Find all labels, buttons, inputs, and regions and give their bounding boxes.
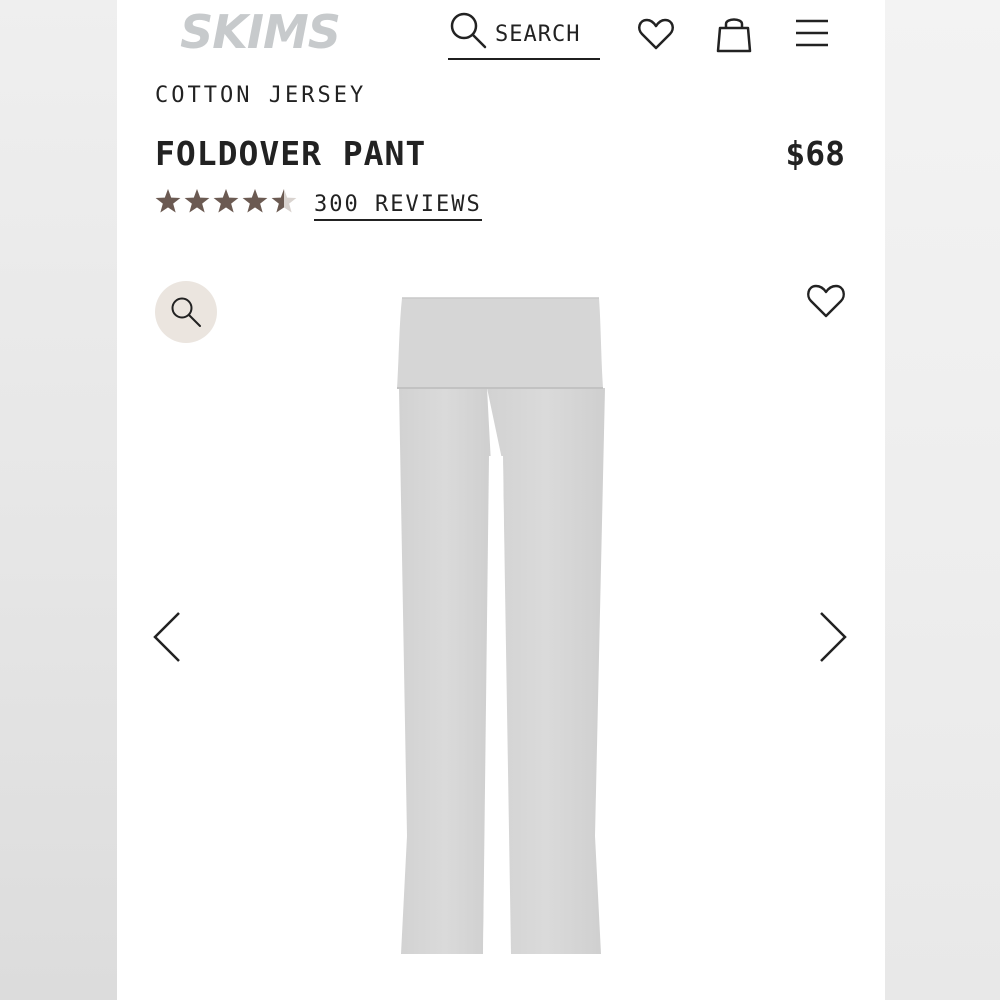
- heart-icon[interactable]: [637, 16, 675, 52]
- hamburger-menu-icon[interactable]: [794, 18, 830, 48]
- chevron-right-icon[interactable]: [817, 610, 849, 664]
- product-category: COTTON JERSEY: [155, 83, 367, 108]
- logo-text: SKIMS: [180, 6, 340, 56]
- product-image: [397, 297, 605, 954]
- product-price: $68: [785, 134, 845, 173]
- shopping-bag-icon[interactable]: [715, 14, 753, 54]
- magnifier-icon: [171, 297, 201, 327]
- skims-logo[interactable]: SKIMS: [165, 6, 355, 56]
- star-icon: [242, 189, 268, 213]
- star-icon: [213, 189, 239, 213]
- zoom-button[interactable]: [155, 281, 217, 343]
- search-bar[interactable]: SEARCH: [448, 8, 600, 60]
- star-icon: [184, 189, 210, 213]
- right-background: [885, 0, 1000, 1000]
- chevron-left-icon[interactable]: [151, 610, 183, 664]
- search-label: SEARCH: [495, 22, 581, 47]
- left-background: [0, 0, 117, 1000]
- reviews-link[interactable]: 300 REVIEWS: [314, 192, 482, 221]
- product-title: FOLDOVER PANT: [155, 134, 427, 173]
- product-page: SKIMS SEARCH COTTON JERSEY FOLDOVER PANT…: [117, 0, 885, 1000]
- search-icon: [450, 12, 487, 49]
- save-heart-icon[interactable]: [806, 282, 846, 320]
- star-rating: [155, 189, 297, 213]
- star-icon: [155, 189, 181, 213]
